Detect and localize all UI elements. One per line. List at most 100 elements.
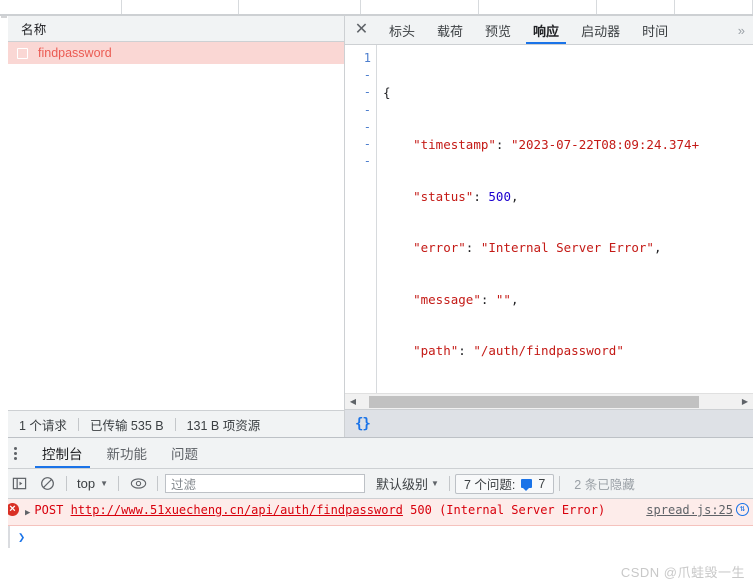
request-method: POST [34,503,64,517]
code-line: "timestamp": "2023-07-22T08:09:24.374+ [413,137,700,153]
horizontal-scrollbar[interactable]: ◀ ▶ [345,393,753,409]
log-level-label: 默认级别 [376,477,429,492]
json-key: "path" [413,343,459,359]
scrollbar-thumb[interactable] [369,395,699,408]
line-number: - [363,154,371,169]
console-error-message[interactable]: × ▶ POST http://www.51xuecheng.cn/api/au… [0,499,753,526]
top-strip-cell [675,0,753,14]
line-number: - [363,85,371,100]
toolbar-divider [448,476,450,491]
request-list-pane: 名称 findpassword 1 个请求 已传输 535 B 131 B 项资… [0,16,345,437]
top-strip-cell [479,0,597,14]
top-strip-cell [361,0,479,14]
line-number: 1 [363,51,371,65]
chevron-down-icon: ▼ [431,479,439,488]
line-number-gutter: 1 - - - - - - [345,45,377,393]
log-level-selector[interactable]: 默认级别 ▼ [371,474,444,493]
json-key: "status" [413,188,474,204]
json-brace: { [383,85,391,101]
left-edge-spacer [0,18,8,588]
line-number: - [363,102,371,117]
tab-issues[interactable]: 问题 [159,438,210,468]
transferred-size: 已传输 535 B [89,418,164,433]
prompt-caret-icon: ❯ [18,530,26,544]
json-value: "" [495,291,511,307]
network-request-icon[interactable]: ⇅ [736,503,749,516]
tab-response[interactable]: 响应 [522,16,570,44]
status-code: 500 [410,503,432,517]
top-strip-cell [0,0,122,14]
execution-context-selector[interactable]: top ▼ [72,476,113,491]
issues-button[interactable]: 7 个问题: 7 [454,473,555,494]
code-line: "message": "", [413,291,519,307]
sidebar-toggle-icon[interactable] [5,472,33,496]
filter-placeholder: 过滤 [171,478,197,492]
console-prompt[interactable]: ❯ [8,526,753,548]
console-toolbar: top ▼ 过滤 默认级别 ▼ 7 个问题: 7 2 条已隐藏 [0,469,753,499]
close-icon[interactable]: ✕ [345,16,378,44]
console-drawer: 控制台 新功能 问题 top ▼ 过滤 默认级别 ▼ 7 个问题: 7 2 条已… [0,437,753,588]
json-value: "/auth/findpassword" [473,343,624,359]
issues-label: 7 个问题: [463,478,516,492]
scroll-left-icon[interactable]: ◀ [345,397,361,406]
column-header-name[interactable]: 名称 [8,19,47,38]
tab-payload[interactable]: 载荷 [426,16,474,44]
json-comma: , [510,291,519,307]
top-clipped-tabstrip [0,0,753,16]
json-key: "message" [413,291,481,307]
request-list-header: 名称 [8,16,344,42]
devtools-window: 名称 findpassword 1 个请求 已传输 535 B 131 B 项资… [0,0,753,588]
line-number: - [363,68,371,83]
clear-console-icon[interactable] [33,472,61,496]
json-comma: , [510,188,519,204]
request-url-link[interactable]: http://www.51xuecheng.cn/api/auth/findpa… [71,503,403,517]
network-panel: 名称 findpassword 1 个请求 已传输 535 B 131 B 项资… [0,16,753,437]
tab-initiator[interactable]: 启动器 [570,16,631,44]
json-key: "timestamp" [413,137,496,153]
json-value: 500 [488,188,511,204]
response-body: 1 - - - - - - { "timestamp": "2023-07-22… [345,45,753,393]
code-line: "status": 500, [413,188,519,204]
table-row[interactable]: findpassword [8,42,344,64]
pretty-print-icon[interactable]: {} [355,416,371,432]
hidden-messages-label[interactable]: 2 条已隐藏 [574,474,634,493]
toolbar-divider [559,476,561,491]
response-footer-bar: {} [345,409,753,437]
tab-headers[interactable]: 标头 [378,16,426,44]
tab-preview[interactable]: 预览 [474,16,522,44]
drawer-tab-bar: 控制台 新功能 问题 [0,438,753,469]
top-strip-cell [122,0,239,14]
issues-count: 7 [538,476,546,491]
request-count: 1 个请求 [19,418,67,433]
status-text: (Internal Server Error) [439,503,606,517]
issue-icon [521,479,533,491]
detail-tab-bar: ✕ 标头 载荷 预览 响应 启动器 时间 » [345,16,753,45]
scroll-right-icon[interactable]: ▶ [737,397,753,406]
toolbar-divider [66,476,67,491]
code-line: "path": "/auth/findpassword" [413,343,624,359]
tab-timing[interactable]: 时间 [631,16,679,44]
context-label: top [77,476,96,491]
response-json-code[interactable]: { "timestamp": "2023-07-22T08:09:24.374+… [377,45,753,393]
line-number: - [363,137,371,152]
tab-console[interactable]: 控制台 [30,438,95,468]
live-expression-icon[interactable] [124,472,152,496]
request-list: findpassword [8,42,344,410]
expand-arrow-icon[interactable]: ▶ [25,505,30,521]
json-key: "error" [413,240,466,256]
more-tabs-icon[interactable]: » [729,16,753,44]
toolbar-divider [157,476,158,491]
line-number: - [363,119,371,134]
toolbar-divider [118,476,119,491]
tab-whats-new[interactable]: 新功能 [95,438,160,468]
json-value: "Internal Server Error" [480,240,654,256]
network-status-bar: 1 个请求 已传输 535 B 131 B 项资源 [8,410,344,437]
code-line: { [383,84,753,101]
top-strip-cell [239,0,361,14]
error-text: POST http://www.51xuecheng.cn/api/auth/f… [34,502,642,518]
filter-input[interactable]: 过滤 [165,474,365,493]
console-messages: × ▶ POST http://www.51xuecheng.cn/api/au… [0,499,753,588]
source-location-link[interactable]: spread.js:25 [646,502,733,518]
scrollbar-track[interactable] [361,394,737,410]
request-name: findpassword [38,46,112,60]
